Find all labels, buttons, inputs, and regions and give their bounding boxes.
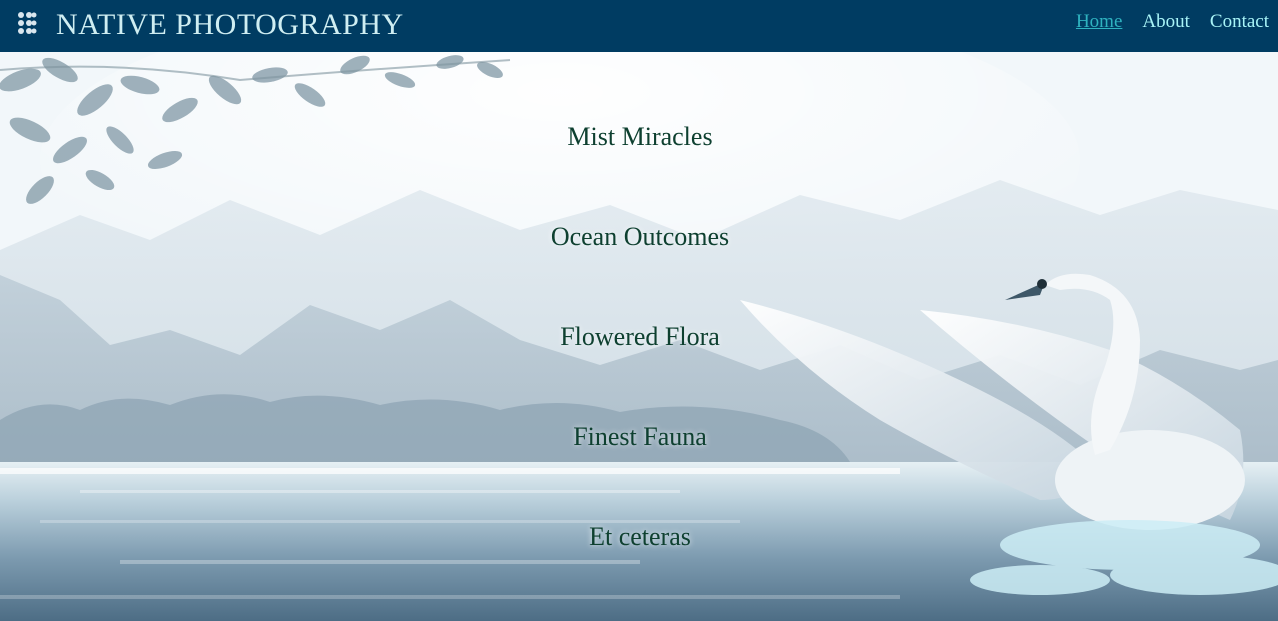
navbar: NATIVE PHOTOGRAPHY Home About Contact <box>0 0 1278 52</box>
category-flowered-flora[interactable]: Flowered Flora <box>0 322 1278 352</box>
hamburger-dots-icon[interactable] <box>17 12 37 38</box>
category-list: Mist Miracles Ocean Outcomes Flowered Fl… <box>0 0 1278 621</box>
category-mist-miracles[interactable]: Mist Miracles <box>0 122 1278 152</box>
category-ocean-outcomes[interactable]: Ocean Outcomes <box>0 222 1278 252</box>
nav-about-link[interactable]: About <box>1142 11 1190 33</box>
nav-menu: Home About Contact <box>1076 11 1269 33</box>
category-et-ceteras[interactable]: Et ceteras <box>0 522 1278 552</box>
nav-contact-link[interactable]: Contact <box>1210 11 1269 33</box>
page: NATIVE PHOTOGRAPHY Home About Contact Mi… <box>0 0 1278 621</box>
nav-home-link[interactable]: Home <box>1076 11 1122 33</box>
site-title: NATIVE PHOTOGRAPHY <box>56 8 404 41</box>
category-finest-fauna[interactable]: Finest Fauna <box>0 422 1278 452</box>
